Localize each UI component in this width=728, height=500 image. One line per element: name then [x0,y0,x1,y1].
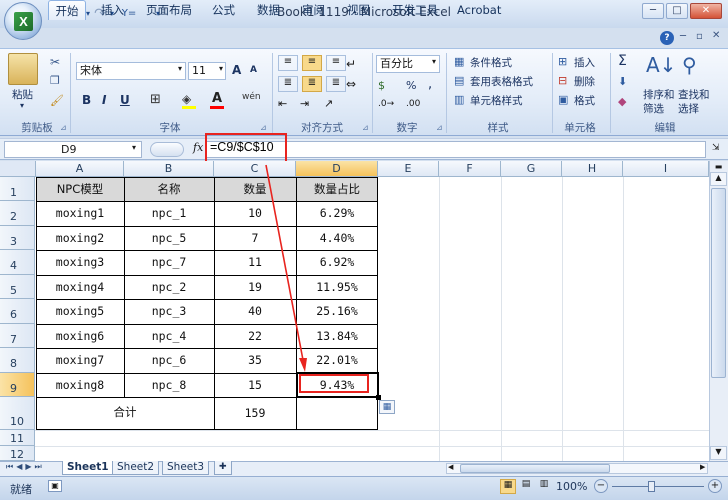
arrow-line [265,164,304,361]
sheet-nav-arrows-icon[interactable]: ⏮◀▶⏭ [6,462,45,472]
scroll-right-icon[interactable]: ▶ [700,463,705,471]
zoom-out-icon[interactable]: − [594,479,608,493]
scroll-left-icon[interactable]: ◀ [448,463,453,471]
arrow-head [299,358,307,372]
insert-sheet-icon[interactable]: ✚ [214,461,232,475]
auto-fill-options-icon[interactable]: ▦ [379,400,395,414]
zoom-slider-track[interactable] [612,486,704,487]
scroll-down-icon[interactable]: ▼ [710,446,727,460]
hscroll-thumb[interactable] [460,464,610,473]
zoom-slider-thumb[interactable] [648,481,655,492]
split-box[interactable]: ▬ [710,162,727,172]
office-button[interactable]: X [4,2,42,40]
page-break-view-icon[interactable]: ▥ [536,479,552,494]
annotation-arrow [265,164,307,372]
zoom-level[interactable]: 100% [556,480,587,493]
normal-view-icon[interactable]: ▦ [500,479,516,494]
scroll-thumb[interactable] [711,188,726,378]
page-layout-view-icon[interactable]: ▤ [518,479,534,494]
status-ready: 就绪 [10,483,32,496]
status-bar [0,476,728,500]
zoom-in-icon[interactable]: + [708,479,722,493]
sheet-tab-3[interactable]: Sheet3 [162,461,210,475]
macro-record-icon[interactable]: ▣ [48,480,62,492]
sheet-tab-1[interactable]: Sheet1 [62,461,114,475]
excel-logo-icon: X [14,12,33,31]
scroll-up-icon[interactable]: ▲ [710,172,727,186]
sheet-tab-2[interactable]: Sheet2 [112,461,160,475]
